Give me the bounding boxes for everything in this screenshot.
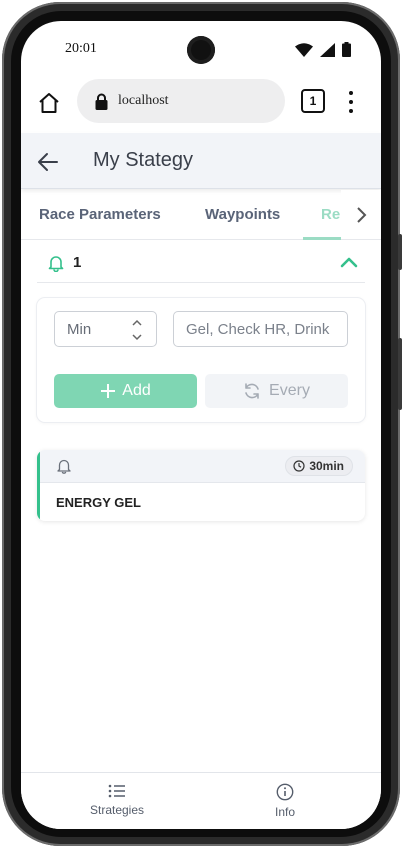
- back-arrow-icon[interactable]: [37, 151, 59, 173]
- plus-icon: [101, 384, 116, 398]
- page-title: My Stategy: [93, 149, 194, 171]
- active-tab-indicator: [303, 237, 341, 240]
- info-icon: [276, 783, 294, 801]
- reminder-time: 30min: [309, 459, 344, 473]
- list-icon: [108, 784, 125, 798]
- wifi-icon: [295, 42, 313, 57]
- reminder-title: ENERGY GEL: [56, 495, 142, 510]
- reminder-count: 1: [73, 254, 82, 271]
- reminder-text-placeholder: Gel, Check HR, Drink: [186, 321, 330, 338]
- front-camera: [187, 36, 215, 64]
- repeat-icon: [245, 383, 259, 399]
- status-icons: [295, 42, 351, 57]
- browser-bar: localhost 1: [21, 79, 381, 133]
- chevron-up-icon[interactable]: [339, 253, 359, 271]
- tab-bar: Race Parameters Waypoints Re: [21, 190, 381, 240]
- time-badge: 30min: [285, 456, 353, 476]
- more-menu-icon[interactable]: [347, 91, 355, 113]
- status-time: 20:01: [65, 41, 97, 56]
- stepper-icon[interactable]: [131, 317, 143, 343]
- every-button-label: Every: [269, 382, 310, 399]
- interval-value: Min: [67, 321, 92, 338]
- add-button-label: Add: [122, 382, 151, 399]
- home-icon[interactable]: [37, 91, 61, 115]
- nav-label-strategies: Strategies: [89, 803, 145, 817]
- add-button[interactable]: Add: [54, 374, 197, 408]
- app-header: My Stategy: [21, 133, 381, 189]
- power-button: [398, 338, 402, 410]
- bell-icon: [48, 256, 64, 272]
- bottom-navigation: Strategies Info: [21, 772, 381, 829]
- battery-icon: [342, 42, 351, 57]
- every-toggle-button[interactable]: Every: [205, 374, 348, 408]
- bell-icon: [57, 459, 71, 474]
- nav-label-info: Info: [274, 805, 295, 819]
- chevron-right-icon[interactable]: [354, 206, 368, 224]
- address-bar[interactable]: localhost: [77, 79, 285, 123]
- interval-input[interactable]: Min: [54, 311, 157, 347]
- url-text: localhost: [118, 93, 169, 108]
- add-reminder-form: Min Gel, Check HR, Drink Add Every: [37, 298, 365, 422]
- screen: 20:01 localhost 1 My Stategy Race Parame…: [21, 21, 381, 829]
- reminder-item[interactable]: 30min ENERGY GEL: [37, 450, 365, 521]
- nav-item-info[interactable]: Info: [225, 783, 345, 819]
- lock-icon: [95, 93, 108, 110]
- tab-race-parameters[interactable]: Race Parameters: [39, 206, 161, 223]
- cellular-signal-icon: [320, 42, 335, 57]
- nav-item-strategies[interactable]: Strategies: [57, 783, 177, 817]
- reminders-section-header[interactable]: 1: [37, 241, 365, 283]
- reminder-text-input[interactable]: Gel, Check HR, Drink: [173, 311, 348, 347]
- status-bar: 20:01: [21, 21, 381, 79]
- reminder-item-header: 30min: [40, 450, 365, 483]
- volume-up-button: [398, 234, 402, 270]
- clock-icon: [293, 460, 305, 472]
- tab-waypoints[interactable]: Waypoints: [205, 206, 280, 223]
- tab-reminders[interactable]: Re: [321, 206, 340, 223]
- tab-switcher-button[interactable]: 1: [301, 89, 325, 113]
